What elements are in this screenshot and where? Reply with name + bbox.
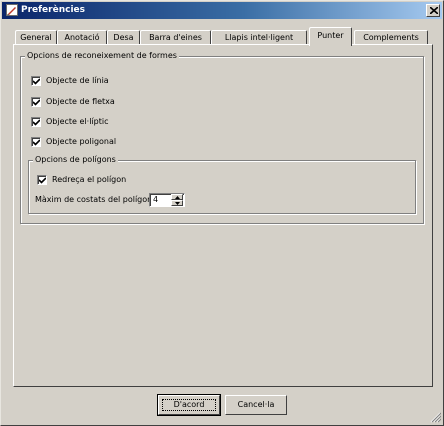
elliptic-object-checkbox[interactable] — [31, 117, 41, 127]
close-icon — [430, 7, 438, 14]
resize-grip-icon[interactable] — [430, 412, 441, 423]
straighten-polygon-label: Redreça el polígon — [52, 175, 127, 184]
line-object-label: Objecte de línia — [46, 76, 109, 85]
arrow-object-checkbox[interactable] — [31, 97, 41, 107]
tab-toolbar[interactable]: Barra d'eines — [140, 30, 211, 45]
polygon-object-label: Objecte poligonal — [46, 137, 117, 146]
title-bar[interactable]: Preferències — [2, 2, 442, 19]
checkmark-icon — [33, 78, 40, 85]
cancel-button-label: Cancel·la — [237, 400, 275, 409]
max-sides-value[interactable]: 4 — [153, 195, 158, 205]
ok-button[interactable]: D'acord — [157, 394, 221, 416]
elliptic-object-option[interactable]: Objecte el·líptic — [31, 117, 151, 129]
arrow-down-icon — [175, 202, 180, 205]
checkmark-icon — [33, 119, 40, 126]
preferences-dialog: Preferències General Anotació Desa Barra… — [0, 0, 444, 426]
checkmark-icon — [39, 177, 46, 184]
tab-save[interactable]: Desa — [107, 30, 140, 45]
cancel-button[interactable]: Cancel·la — [225, 395, 287, 415]
straighten-polygon-checkbox[interactable] — [37, 175, 47, 185]
polygon-object-checkbox[interactable] — [31, 137, 41, 147]
line-object-option[interactable]: Objecte de línia — [31, 76, 151, 88]
shape-recognition-group: Opcions de reconeixement de formes Objec… — [20, 51, 424, 224]
elliptic-object-label: Objecte el·líptic — [46, 117, 109, 126]
preferences-app-icon — [6, 4, 18, 16]
straighten-polygon-option[interactable]: Redreça el polígon — [37, 175, 167, 187]
tab-smart-pen[interactable]: Llapis intel·ligent — [211, 30, 307, 45]
max-sides-label: Màxim de costats del polígon — [35, 195, 153, 204]
close-button[interactable] — [426, 4, 440, 17]
focus-rectangle — [162, 399, 216, 411]
tab-annotation[interactable]: Anotació — [57, 30, 107, 45]
checkmark-icon — [33, 99, 40, 106]
checkmark-icon — [33, 139, 40, 146]
arrow-object-option[interactable]: Objecte de fletxa — [31, 97, 151, 109]
max-sides-spinbox[interactable]: 4 — [149, 193, 185, 207]
line-object-checkbox[interactable] — [31, 76, 41, 86]
polygon-object-option[interactable]: Objecte poligonal — [31, 137, 151, 149]
arrow-up-icon — [175, 196, 180, 199]
tab-pointer[interactable]: Punter — [309, 27, 352, 46]
polygon-options-group: Opcions de polígons Redreça el polígon M… — [28, 155, 416, 214]
spin-down-button[interactable] — [171, 200, 183, 206]
window-title: Preferències — [21, 5, 85, 15]
pointer-tab-panel: Opcions de reconeixement de formes Objec… — [13, 44, 433, 387]
shape-recognition-title: Opcions de reconeixement de formes — [25, 51, 179, 61]
arrow-object-label: Objecte de fletxa — [46, 97, 115, 106]
polygon-options-title: Opcions de polígons — [33, 155, 118, 165]
tab-plugins[interactable]: Complements — [354, 30, 428, 45]
tab-general[interactable]: General — [15, 30, 57, 45]
tab-strip: General Anotació Desa Barra d'eines Llap… — [13, 27, 433, 46]
